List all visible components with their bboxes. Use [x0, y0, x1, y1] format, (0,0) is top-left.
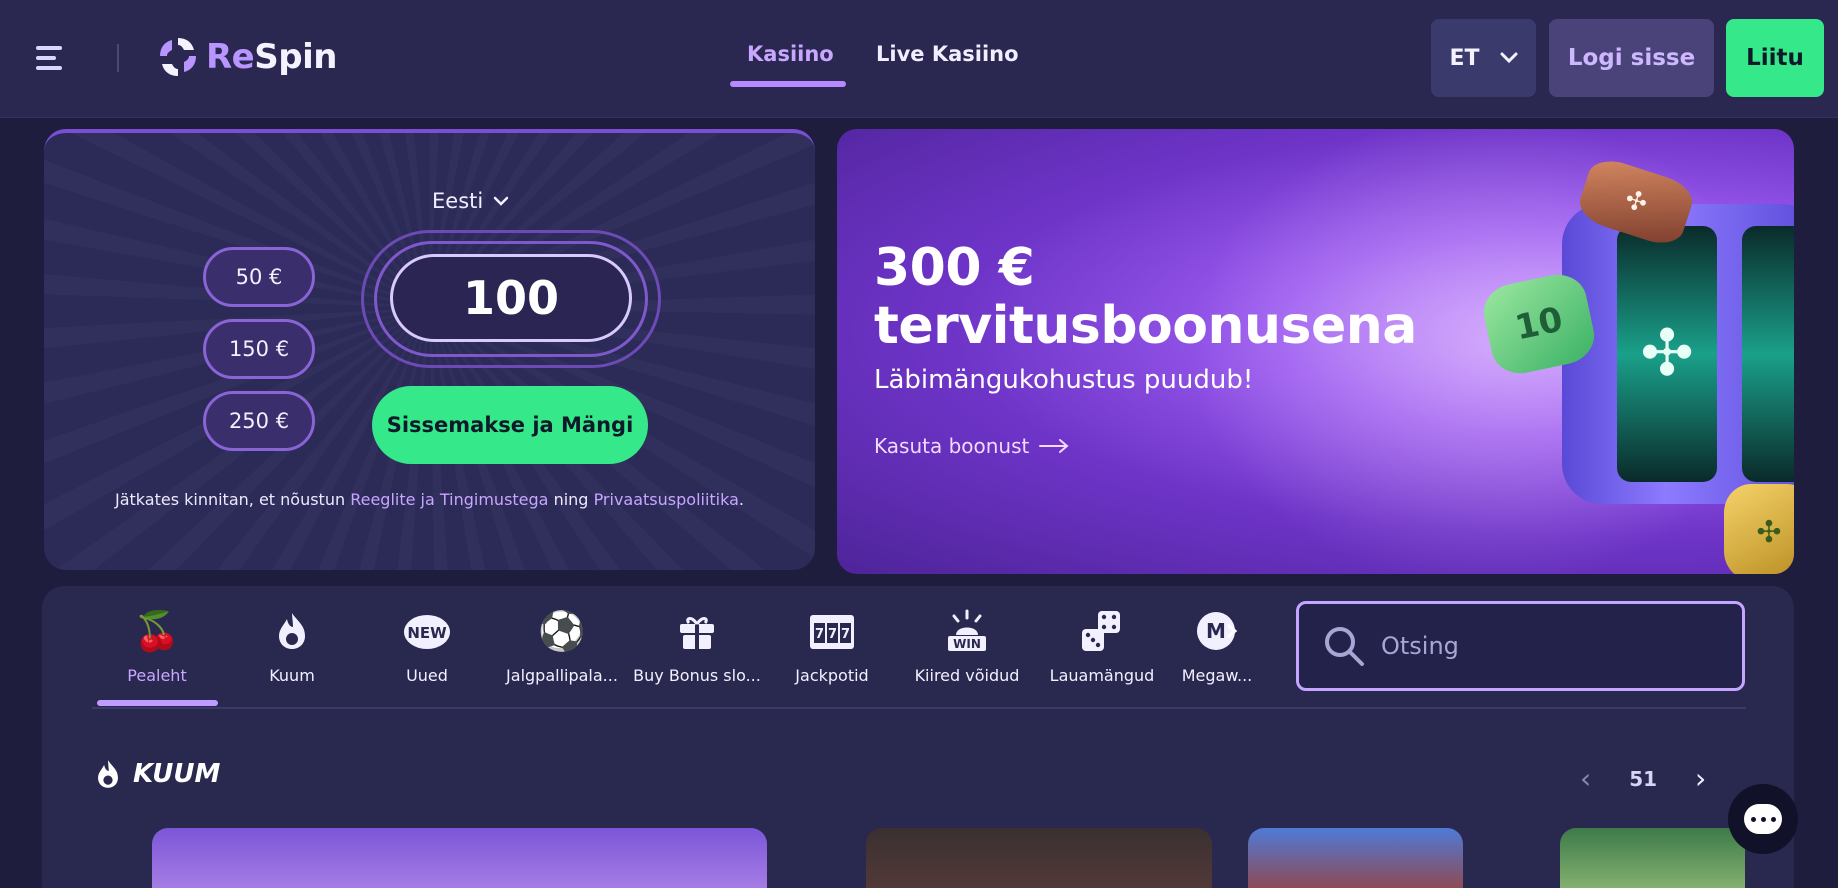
chevron-left-icon[interactable]: ‹ — [1580, 762, 1591, 795]
new-badge-icon: NEW — [362, 608, 492, 654]
slot-machine-illustration: ✣ — [1562, 204, 1794, 504]
category-kuum[interactable]: Kuum — [227, 608, 357, 685]
country-selector[interactable]: Eesti — [432, 189, 509, 213]
respin-logo[interactable]: ReSpin — [156, 34, 337, 80]
top-header: ReSpin Kasiino Live Kasiino ET Logi siss… — [0, 0, 1838, 118]
language-selector[interactable]: ET — [1431, 19, 1536, 97]
svg-text:7: 7 — [828, 627, 837, 642]
brand-spin-text: Spin — [254, 37, 337, 77]
preset-amount-50[interactable]: 50 € — [203, 247, 315, 307]
cash-coin-value: 10 — [1511, 299, 1567, 349]
join-button[interactable]: Liitu — [1726, 19, 1824, 97]
respin-logo-icon — [160, 38, 196, 76]
win-siren-icon: WIN — [902, 608, 1032, 654]
bonus-title: 300 € tervitusboonusena — [874, 239, 1417, 355]
chevron-right-icon[interactable]: › — [1695, 762, 1706, 795]
svg-text:7: 7 — [815, 627, 824, 642]
category-jackpotid[interactable]: 777 Jackpotid — [767, 608, 897, 685]
category-label: Lauamängud — [1049, 666, 1155, 685]
section-title-kuum: KUUM — [95, 758, 220, 790]
welcome-bonus-banner[interactable]: 300 € tervitusboonusena Läbimängukohustu… — [837, 129, 1794, 574]
soccer-ball-icon: ⚽ — [538, 608, 586, 653]
search-placeholder: Otsing — [1381, 632, 1459, 660]
category-label: Jalgpallipala... — [506, 666, 618, 685]
category-megaways[interactable]: M Megaw... — [1172, 608, 1262, 685]
login-button[interactable]: Logi sisse — [1549, 19, 1714, 97]
category-label: Buy Bonus slo... — [633, 666, 761, 685]
header-divider — [117, 44, 119, 72]
active-tab-indicator — [730, 81, 846, 87]
menu-hamburger-icon[interactable] — [36, 46, 66, 70]
cherries-icon: 🍒 — [133, 608, 181, 653]
game-tile[interactable] — [152, 828, 767, 888]
bonus-title-text: tervitusboonusena — [874, 296, 1417, 356]
game-tile[interactable] — [1248, 828, 1463, 888]
section-title-text: KUUM — [133, 759, 221, 789]
category-label: Jackpotid — [795, 666, 869, 685]
category-label: Megaw... — [1181, 666, 1253, 685]
slot-777-icon: 777 — [767, 608, 897, 654]
terms-notice: Jätkates kinnitan, et nõustun Reeglite j… — [44, 490, 815, 509]
category-kiired-voidud[interactable]: WIN Kiired võidud — [902, 608, 1032, 685]
tab-live-kasiino[interactable]: Live Kasiino — [876, 42, 1019, 66]
preset-amount-250[interactable]: 250 € — [203, 391, 315, 451]
svg-text:WIN: WIN — [953, 637, 981, 651]
deposit-and-play-button[interactable]: Sissemakse ja Mängi — [372, 386, 648, 464]
brand-re-text: Re — [206, 37, 255, 77]
svg-text:M: M — [1206, 619, 1226, 643]
chevron-down-icon — [493, 196, 509, 206]
preset-amount-150[interactable]: 150 € — [203, 319, 315, 379]
terms-link[interactable]: Reeglite ja Tingimustega — [350, 490, 548, 509]
bonus-title-amount: 300 € — [874, 238, 1035, 298]
spin-logo-icon: ✣ — [1640, 317, 1694, 391]
chevron-down-icon — [1500, 52, 1518, 64]
terms-suffix: . — [738, 490, 744, 509]
language-code: ET — [1449, 45, 1480, 71]
dice-icon — [1037, 608, 1167, 654]
category-buy-bonus[interactable]: Buy Bonus slo... — [632, 608, 762, 685]
category-jalgpall[interactable]: ⚽ Jalgpallipala... — [497, 608, 627, 686]
games-count: 51 — [1629, 766, 1658, 791]
chat-bubble-icon — [1744, 804, 1782, 834]
arrow-right-icon — [1039, 439, 1069, 453]
gift-icon — [632, 608, 762, 654]
terms-prefix: Jätkates kinnitan, et nõustun — [114, 490, 346, 509]
category-divider — [92, 707, 1746, 709]
flame-icon — [227, 608, 357, 654]
section-pager: ‹ 51 › — [1580, 762, 1706, 795]
category-label: Kuum — [269, 666, 315, 685]
use-bonus-link[interactable]: Kasuta boonust — [874, 434, 1069, 458]
active-category-indicator — [97, 700, 218, 706]
flame-icon — [98, 760, 118, 788]
svg-text:7: 7 — [841, 627, 850, 642]
use-bonus-label: Kasuta boonust — [874, 434, 1030, 458]
tab-kasiino[interactable]: Kasiino — [747, 42, 834, 66]
country-label: Eesti — [432, 189, 484, 213]
category-label: Kiired võidud — [914, 666, 1020, 685]
category-pealeht[interactable]: 🍒 Pealeht — [92, 608, 222, 686]
live-chat-button[interactable] — [1728, 784, 1798, 854]
terms-mid: ning — [553, 490, 589, 509]
category-uued[interactable]: NEW Uued — [362, 608, 492, 685]
quick-deposit-card: Eesti 50 € 150 € 250 € 100 Sissemakse ja… — [44, 129, 815, 570]
privacy-link[interactable]: Privaatsuspoliitika — [594, 490, 739, 509]
game-tile[interactable] — [1560, 828, 1745, 888]
category-label: Uued — [406, 666, 448, 685]
category-label: Pealeht — [127, 666, 187, 685]
search-input[interactable]: Otsing — [1296, 601, 1745, 691]
deposit-amount-input[interactable]: 100 — [390, 254, 632, 342]
svg-text:NEW: NEW — [407, 624, 447, 642]
search-icon — [1325, 627, 1364, 666]
category-lauamangud[interactable]: Lauamängud — [1037, 608, 1167, 685]
bonus-subtitle: Läbimängukohustus puudub! — [874, 365, 1254, 395]
gold-coin-icon: ✣ — [1724, 484, 1794, 574]
megaways-icon: M — [1172, 608, 1262, 654]
game-tile[interactable] — [866, 828, 1212, 888]
